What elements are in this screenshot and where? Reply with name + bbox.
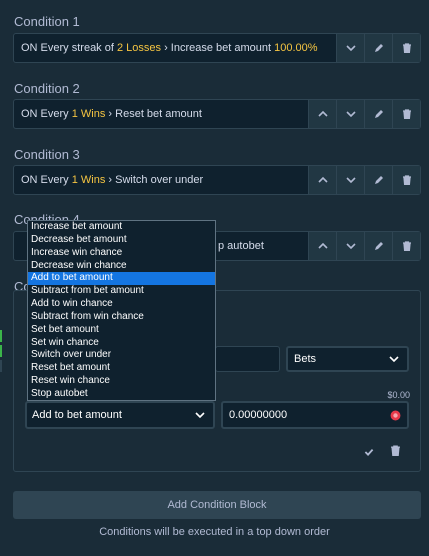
move-down-button[interactable] bbox=[336, 100, 364, 128]
condition-3-row[interactable]: ON Every 1 Wins › Switch over under bbox=[13, 165, 421, 195]
condition-2-summary: ON Every 1 Wins › Reset bet amount bbox=[21, 108, 202, 120]
delete-button[interactable] bbox=[392, 34, 420, 62]
move-down-button[interactable] bbox=[336, 34, 364, 62]
edit-button[interactable] bbox=[364, 34, 392, 62]
condition-1-label: Condition 1 bbox=[14, 14, 80, 29]
edit-button[interactable] bbox=[364, 166, 392, 194]
dropdown-option[interactable]: Add to bet amount bbox=[28, 272, 215, 286]
bets-select[interactable]: Bets bbox=[286, 346, 409, 372]
move-up-button[interactable] bbox=[308, 232, 336, 260]
move-up-button[interactable] bbox=[308, 100, 336, 128]
left-edge-mark bbox=[0, 360, 2, 372]
delete-block-button[interactable] bbox=[390, 445, 402, 457]
dropdown-option[interactable]: Subtract from bet amount bbox=[28, 285, 215, 298]
amount-input[interactable]: 0.00000000 bbox=[221, 401, 409, 429]
execution-order-note: Conditions will be executed in a top dow… bbox=[99, 526, 330, 538]
add-condition-block-button[interactable]: Add Condition Block bbox=[13, 491, 421, 519]
amount-usd-label: $0.00 bbox=[387, 390, 410, 400]
chevron-down-icon bbox=[345, 111, 356, 118]
trash-icon bbox=[402, 43, 411, 53]
move-up-button[interactable] bbox=[308, 166, 336, 194]
dropdown-option[interactable]: Decrease win chance bbox=[28, 260, 215, 273]
pencil-icon bbox=[374, 176, 383, 184]
coin-icon bbox=[390, 410, 401, 420]
chevron-down-icon bbox=[345, 243, 356, 250]
trash-icon bbox=[402, 175, 411, 185]
delete-button[interactable] bbox=[392, 100, 420, 128]
dropdown-option[interactable]: Reset win chance bbox=[28, 375, 215, 388]
dropdown-option[interactable]: Switch over under bbox=[28, 349, 215, 362]
chevron-down-icon bbox=[345, 45, 356, 52]
dropdown-option[interactable]: Increase win chance bbox=[28, 247, 215, 260]
chevron-down-icon bbox=[389, 356, 399, 363]
chevron-down-icon bbox=[195, 412, 205, 419]
trash-icon bbox=[402, 241, 411, 251]
edit-button[interactable] bbox=[364, 232, 392, 260]
left-edge-mark bbox=[0, 330, 2, 342]
move-down-button[interactable] bbox=[336, 166, 364, 194]
action-dropdown-menu[interactable]: Increase bet amount Decrease bet amount In… bbox=[27, 220, 216, 401]
pencil-icon bbox=[374, 242, 383, 250]
edit-button[interactable] bbox=[364, 100, 392, 128]
condition-2-row[interactable]: ON Every 1 Wins › Reset bet amount bbox=[13, 99, 421, 129]
condition-3-label: Condition 3 bbox=[14, 147, 80, 162]
condition-3-summary: ON Every 1 Wins › Switch over under bbox=[21, 174, 204, 186]
pencil-icon bbox=[374, 44, 383, 52]
dropdown-option[interactable]: Set win chance bbox=[28, 337, 215, 350]
action-select[interactable]: Add to bet amount bbox=[25, 401, 215, 429]
chevron-down-icon bbox=[345, 177, 356, 184]
dropdown-option[interactable]: Subtract from win chance bbox=[28, 311, 215, 324]
condition-2-label: Condition 2 bbox=[14, 81, 80, 96]
count-input[interactable] bbox=[215, 346, 280, 372]
delete-button[interactable] bbox=[392, 166, 420, 194]
trash-icon bbox=[391, 445, 400, 457]
chevron-up-icon bbox=[317, 242, 328, 249]
confirm-button[interactable] bbox=[363, 446, 375, 458]
delete-button[interactable] bbox=[392, 232, 420, 260]
dropdown-option[interactable]: Add to win chance bbox=[28, 298, 215, 311]
dropdown-option[interactable]: Reset bet amount bbox=[28, 362, 215, 375]
chevron-up-icon bbox=[317, 110, 328, 117]
condition-1-summary: ON Every streak of 2 Losses › Increase b… bbox=[21, 42, 318, 54]
left-edge-mark bbox=[0, 345, 2, 357]
dropdown-option[interactable]: Increase bet amount bbox=[28, 221, 215, 234]
dropdown-option[interactable]: Stop autobet bbox=[28, 388, 215, 401]
checkmark-icon bbox=[364, 448, 374, 456]
condition-1-row[interactable]: ON Every streak of 2 Losses › Increase b… bbox=[13, 33, 421, 63]
dropdown-option[interactable]: Set bet amount bbox=[28, 324, 215, 337]
move-down-button[interactable] bbox=[336, 232, 364, 260]
chevron-up-icon bbox=[317, 176, 328, 183]
dropdown-option[interactable]: Decrease bet amount bbox=[28, 234, 215, 247]
pencil-icon bbox=[374, 110, 383, 118]
trash-icon bbox=[402, 109, 411, 119]
